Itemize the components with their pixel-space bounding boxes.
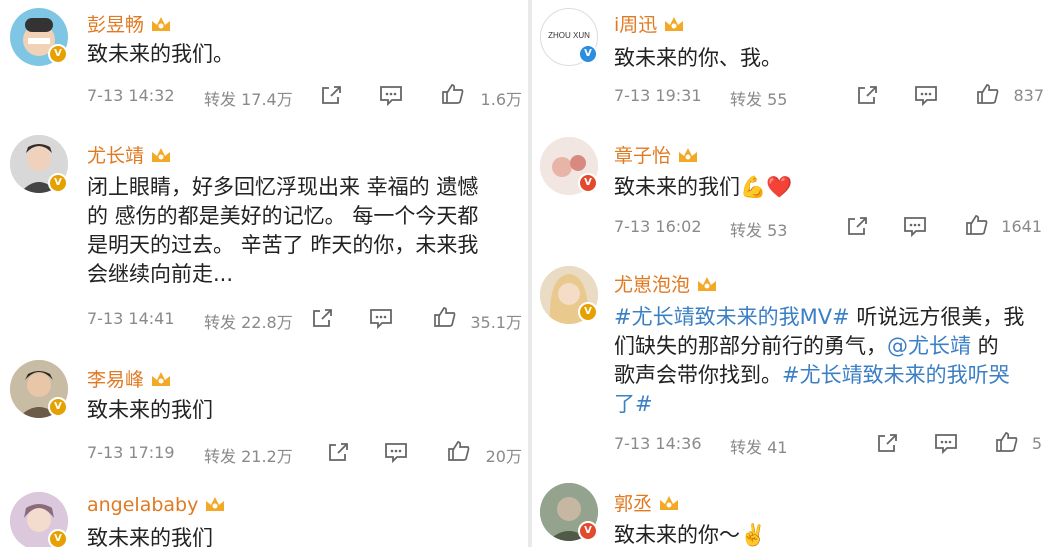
like-count: 837 [1013, 86, 1044, 105]
comment-text: 致未来的我们💪❤️ [614, 175, 793, 199]
timestamp: 7-13 14:32 [87, 86, 175, 105]
repost-count[interactable]: 转发 21.2万 [204, 443, 293, 467]
comment-text: 闭上眼睛，好多回忆浮现出来 幸福的 遗憾 的 感伤的都是美好的记忆。 每一个今天… [87, 175, 479, 286]
username[interactable]: angelababy [87, 494, 226, 516]
username-text[interactable]: 章子怡 [614, 145, 671, 167]
comment-post: ZHOU XUN V i周迅 致未来的你、我。 7-13 19:31 转发 55… [532, 0, 1052, 125]
crown-icon [658, 494, 680, 512]
repost-count[interactable]: 转发 55 [730, 86, 787, 110]
share-icon[interactable] [327, 441, 351, 463]
verified-badge-icon: V [578, 302, 598, 322]
verified-badge-icon: V [48, 173, 68, 193]
username-text[interactable]: 尤长靖 [87, 145, 144, 167]
left-feed-column: V 彭昱畅 致未来的我们。 7-13 14:32 转发 17.4万 1.6万 V… [0, 0, 528, 547]
like-count: 35.1万 [470, 313, 522, 332]
repost-count[interactable]: 转发 17.4万 [204, 86, 293, 110]
username[interactable]: i周迅 [614, 10, 685, 37]
hashtag-link[interactable]: #尤长靖致未来的我MV# [614, 305, 850, 329]
crown-icon [663, 15, 685, 33]
crown-icon [204, 495, 226, 513]
like-count: 1641 [1001, 217, 1042, 236]
username[interactable]: 李易峰 [87, 365, 172, 392]
comment-icon[interactable] [384, 441, 408, 463]
username[interactable]: 尤崽泡泡 [614, 270, 718, 297]
comment-post: V angelababy 致未来的我们 [0, 480, 528, 547]
share-icon[interactable] [856, 84, 880, 106]
like-icon[interactable] [447, 440, 471, 462]
like-icon[interactable] [995, 431, 1019, 453]
comment-post: V 尤长靖 闭上眼睛，好多回忆浮现出来 幸福的 遗憾 的 感伤的都是美好的记忆。… [0, 125, 528, 355]
comment-icon[interactable] [914, 84, 938, 106]
verified-badge-icon: V [578, 44, 598, 64]
crown-icon [150, 370, 172, 388]
comment-text: #尤长靖致未来的我MV# 听说远方很美，我 们缺失的那部分前行的勇气，@尤长靖 … [614, 303, 1042, 419]
like-icon[interactable] [965, 214, 989, 236]
verified-badge-icon: V [48, 44, 68, 64]
comment-post: V 郭丞 致未来的你～✌️ [532, 475, 1052, 547]
timestamp: 7-13 14:36 [614, 434, 702, 453]
timestamp: 7-13 16:02 [614, 217, 702, 236]
crown-icon [150, 146, 172, 164]
verified-badge-icon: V [48, 529, 68, 547]
comment-text: 致未来的我们 [87, 398, 213, 422]
comment-icon[interactable] [379, 84, 403, 106]
timestamp: 7-13 17:19 [87, 443, 175, 462]
username-text[interactable]: angelababy [87, 494, 198, 516]
like-icon[interactable] [441, 83, 465, 105]
comment-icon[interactable] [903, 215, 927, 237]
repost-count[interactable]: 转发 41 [730, 434, 787, 458]
username[interactable]: 尤长靖 [87, 141, 172, 168]
share-icon[interactable] [311, 307, 335, 329]
verified-badge-icon: V [578, 521, 598, 541]
username[interactable]: 郭丞 [614, 489, 680, 516]
repost-count[interactable]: 转发 53 [730, 217, 787, 241]
username-text[interactable]: 尤崽泡泡 [614, 274, 690, 296]
username[interactable]: 章子怡 [614, 141, 699, 168]
crown-icon [150, 15, 172, 33]
verified-badge-icon: V [578, 173, 598, 193]
repost-count[interactable]: 转发 22.8万 [204, 309, 293, 333]
comment-icon[interactable] [934, 432, 958, 454]
username-text[interactable]: i周迅 [614, 14, 657, 36]
comment-post: V 李易峰 致未来的我们 7-13 17:19 转发 21.2万 20万 [0, 355, 528, 480]
share-icon[interactable] [876, 432, 900, 454]
like-count: 5 [1031, 434, 1042, 453]
like-count: 20万 [485, 447, 522, 466]
comment-post: V 章子怡 致未来的我们💪❤️ 7-13 16:02 转发 53 1641 [532, 125, 1052, 260]
comment-text: 致未来的你、我。 [614, 46, 782, 70]
username[interactable]: 彭昱畅 [87, 10, 172, 37]
comment-post: V 彭昱畅 致未来的我们。 7-13 14:32 转发 17.4万 1.6万 [0, 0, 528, 125]
comment-text: 致未来的你～✌️ [614, 523, 767, 547]
mention-link[interactable]: @尤长靖 [887, 334, 971, 358]
username-text[interactable]: 彭昱畅 [87, 14, 144, 36]
right-feed-column: ZHOU XUN V i周迅 致未来的你、我。 7-13 19:31 转发 55… [532, 0, 1052, 547]
avatar-logo-text: ZHOU XUN [548, 31, 590, 40]
share-icon[interactable] [320, 84, 344, 106]
username-text[interactable]: 郭丞 [614, 493, 652, 515]
timestamp: 7-13 14:41 [87, 309, 175, 328]
like-count: 1.6万 [480, 90, 522, 109]
crown-icon [696, 275, 718, 293]
comment-icon[interactable] [369, 307, 393, 329]
timestamp: 7-13 19:31 [614, 86, 702, 105]
comment-text: 致未来的我们。 [87, 42, 234, 66]
share-icon[interactable] [846, 215, 870, 237]
comment-post: V 尤崽泡泡 #尤长靖致未来的我MV# 听说远方很美，我 们缺失的那部分前行的勇… [532, 260, 1052, 475]
username-text[interactable]: 李易峰 [87, 369, 144, 391]
verified-badge-icon: V [48, 397, 68, 417]
comment-text: 致未来的我们 [87, 526, 213, 547]
like-icon[interactable] [433, 306, 457, 328]
crown-icon [677, 146, 699, 164]
like-icon[interactable] [976, 83, 1000, 105]
